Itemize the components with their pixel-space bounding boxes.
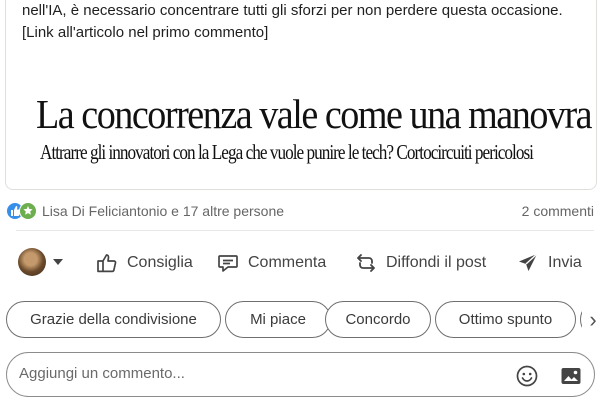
social-counts-bar: Lisa Di Feliciantonio e 17 altre persone… bbox=[6, 201, 598, 223]
caret-down-icon bbox=[53, 259, 63, 265]
post-body-text: solo da sperare che l'indiscrezione sia … bbox=[22, 2, 563, 41]
emoji-icon[interactable] bbox=[515, 364, 539, 388]
avatar bbox=[18, 248, 46, 276]
reaction-icons[interactable] bbox=[6, 202, 42, 222]
comment-box bbox=[6, 352, 595, 397]
send-button-label: Invia bbox=[548, 254, 582, 271]
suggestion-chip[interactable]: Grazie della condivisione bbox=[6, 301, 221, 338]
suggestion-chip[interactable]: Concordo bbox=[325, 301, 431, 338]
like-button-label: Consiglia bbox=[127, 254, 193, 271]
chevron-right-icon[interactable]: › bbox=[582, 301, 604, 339]
divider bbox=[16, 230, 594, 231]
comment-button[interactable]: Commenta bbox=[216, 246, 326, 280]
post-action-bar: Consiglia Commenta Diffondi il post Invi… bbox=[0, 240, 604, 286]
repost-button[interactable]: Diffondi il post bbox=[354, 246, 486, 280]
support-reaction-icon bbox=[19, 202, 37, 220]
repost-icon bbox=[357, 254, 375, 272]
actor-switcher[interactable] bbox=[18, 248, 70, 278]
comment-button-label: Commenta bbox=[248, 254, 327, 271]
like-button[interactable]: Consiglia bbox=[95, 246, 193, 280]
post-card: solo da sperare che l'indiscrezione sia … bbox=[5, 0, 597, 190]
suggested-replies: Grazie della condivisione Mi piace Conco… bbox=[0, 301, 604, 339]
article-headline-image[interactable]: La concorrenza vale come una manovra Att… bbox=[22, 88, 592, 172]
article-headline: La concorrenza vale come una manovra bbox=[36, 91, 592, 137]
image-icon[interactable] bbox=[559, 364, 583, 388]
reactors-link[interactable]: Lisa Di Feliciantonio e 17 altre persone bbox=[42, 203, 284, 219]
thumbs-up-icon bbox=[97, 254, 117, 273]
suggestion-chip[interactable]: Mi piace bbox=[225, 301, 331, 338]
comment-input[interactable] bbox=[19, 365, 499, 382]
suggestion-chip[interactable]: Ottimo spunto bbox=[435, 301, 576, 338]
send-button[interactable]: Invia bbox=[516, 246, 582, 280]
comment-icon bbox=[218, 255, 238, 272]
comments-count-link[interactable]: 2 commenti bbox=[522, 203, 594, 219]
send-icon bbox=[519, 253, 538, 271]
repost-button-label: Diffondi il post bbox=[386, 254, 487, 271]
article-subheadline: Attrarre gli innovatori con la Lega che … bbox=[40, 140, 534, 164]
